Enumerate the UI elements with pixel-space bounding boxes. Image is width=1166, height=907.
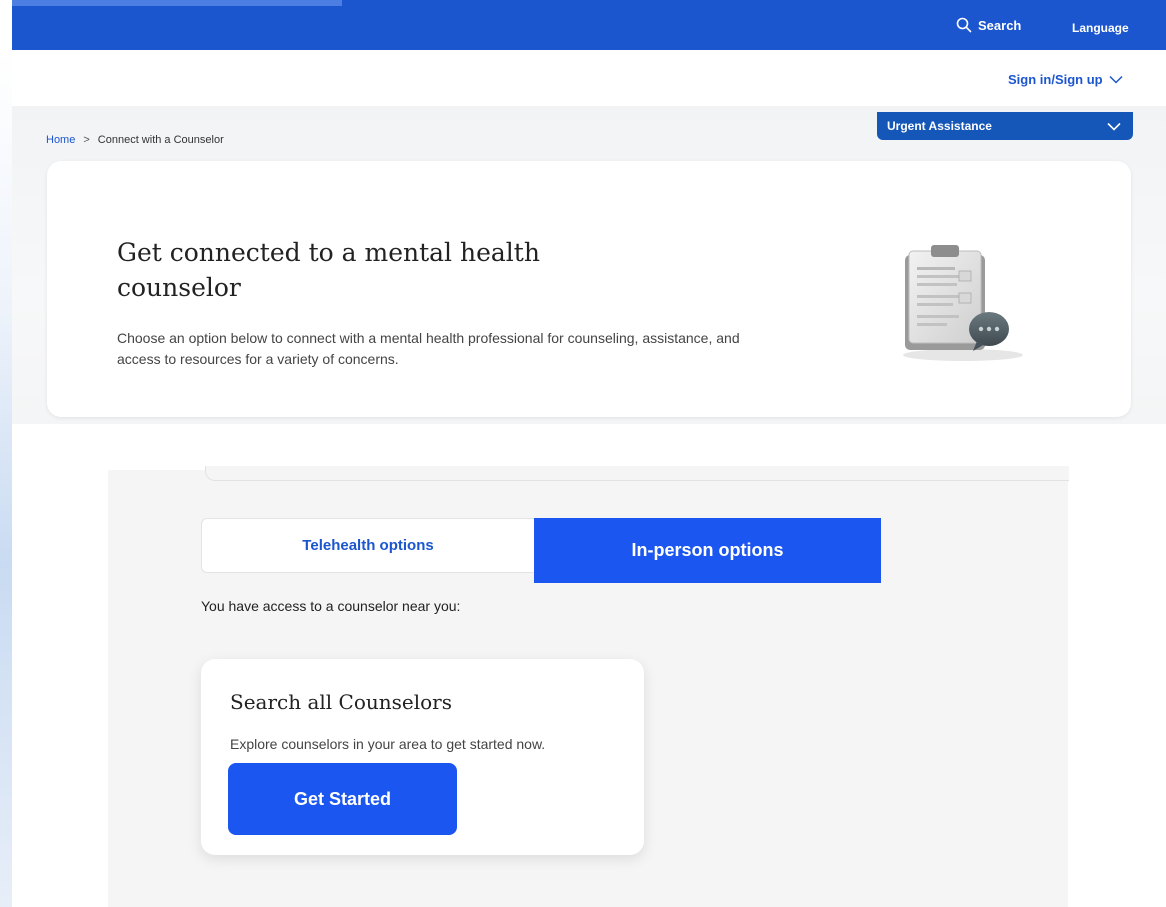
search-card-title: Search all Counselors — [230, 690, 453, 714]
search-label: Search — [978, 17, 1022, 33]
search-button[interactable]: Search — [956, 17, 1021, 33]
signin-signup-link[interactable]: Sign in/Sign up — [1008, 72, 1123, 87]
signin-label: Sign in/Sign up — [1008, 72, 1103, 87]
page-title: Get connected to a mental health counsel… — [117, 238, 540, 302]
chevron-down-icon — [1109, 75, 1123, 84]
urgent-assistance-label: Urgent Assistance — [887, 119, 992, 133]
search-icon — [956, 17, 972, 33]
panel-divider — [205, 466, 1069, 481]
hero-card: Get connected to a mental health counsel… — [47, 161, 1131, 417]
tab-telehealth-options[interactable]: Telehealth options — [201, 518, 535, 573]
left-edge-strip — [0, 50, 12, 907]
chevron-down-icon — [1107, 122, 1121, 131]
get-started-button[interactable]: Get Started — [228, 763, 457, 835]
clipboard-chat-illustration — [903, 245, 1023, 361]
top-navigation-bar: Search Language — [12, 0, 1166, 50]
breadcrumb: Home > Connect with a Counselor — [46, 134, 224, 146]
tab-in-person-options[interactable]: In-person options — [534, 518, 881, 583]
breadcrumb-home-link[interactable]: Home — [46, 134, 75, 146]
topbar-highlight — [12, 0, 342, 6]
breadcrumb-current: Connect with a Counselor — [97, 134, 224, 146]
hero-description: Choose an option below to connect with a… — [117, 330, 740, 367]
search-card-description: Explore counselors in your area to get s… — [230, 736, 546, 752]
search-counselors-card: Search all Counselors Explore counselors… — [201, 659, 644, 855]
breadcrumb-separator: > — [83, 134, 90, 146]
language-button[interactable]: Language — [1072, 21, 1129, 35]
access-message: You have access to a counselor near you: — [201, 598, 461, 614]
urgent-assistance-dropdown[interactable]: Urgent Assistance — [877, 112, 1133, 140]
